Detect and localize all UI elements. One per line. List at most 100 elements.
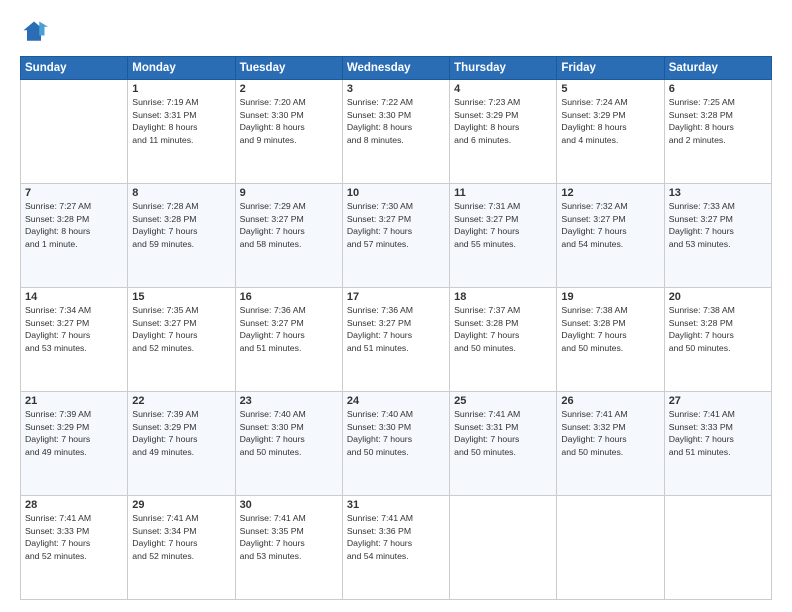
weekday-header: Tuesday (235, 57, 342, 80)
day-number: 17 (347, 291, 445, 303)
header (20, 18, 772, 46)
calendar-cell: 21Sunrise: 7:39 AMSunset: 3:29 PMDayligh… (21, 392, 128, 496)
cell-info: Sunrise: 7:38 AMSunset: 3:28 PMDaylight:… (561, 304, 659, 354)
cell-info: Sunrise: 7:41 AMSunset: 3:35 PMDaylight:… (240, 512, 338, 562)
cell-info: Sunrise: 7:30 AMSunset: 3:27 PMDaylight:… (347, 200, 445, 250)
calendar-cell: 15Sunrise: 7:35 AMSunset: 3:27 PMDayligh… (128, 288, 235, 392)
calendar-week-row: 7Sunrise: 7:27 AMSunset: 3:28 PMDaylight… (21, 184, 772, 288)
calendar-cell: 11Sunrise: 7:31 AMSunset: 3:27 PMDayligh… (450, 184, 557, 288)
cell-info: Sunrise: 7:33 AMSunset: 3:27 PMDaylight:… (669, 200, 767, 250)
weekday-header-row: SundayMondayTuesdayWednesdayThursdayFrid… (21, 57, 772, 80)
calendar-cell (557, 496, 664, 600)
day-number: 6 (669, 83, 767, 95)
weekday-header: Friday (557, 57, 664, 80)
calendar-cell: 25Sunrise: 7:41 AMSunset: 3:31 PMDayligh… (450, 392, 557, 496)
calendar-cell (664, 496, 771, 600)
cell-info: Sunrise: 7:40 AMSunset: 3:30 PMDaylight:… (347, 408, 445, 458)
calendar-cell: 29Sunrise: 7:41 AMSunset: 3:34 PMDayligh… (128, 496, 235, 600)
calendar-cell: 26Sunrise: 7:41 AMSunset: 3:32 PMDayligh… (557, 392, 664, 496)
cell-info: Sunrise: 7:39 AMSunset: 3:29 PMDaylight:… (25, 408, 123, 458)
page: SundayMondayTuesdayWednesdayThursdayFrid… (0, 0, 792, 612)
day-number: 14 (25, 291, 123, 303)
day-number: 19 (561, 291, 659, 303)
calendar-cell: 24Sunrise: 7:40 AMSunset: 3:30 PMDayligh… (342, 392, 449, 496)
cell-info: Sunrise: 7:36 AMSunset: 3:27 PMDaylight:… (347, 304, 445, 354)
day-number: 12 (561, 187, 659, 199)
cell-info: Sunrise: 7:22 AMSunset: 3:30 PMDaylight:… (347, 96, 445, 146)
day-number: 18 (454, 291, 552, 303)
day-number: 22 (132, 395, 230, 407)
calendar-cell: 22Sunrise: 7:39 AMSunset: 3:29 PMDayligh… (128, 392, 235, 496)
cell-info: Sunrise: 7:36 AMSunset: 3:27 PMDaylight:… (240, 304, 338, 354)
cell-info: Sunrise: 7:20 AMSunset: 3:30 PMDaylight:… (240, 96, 338, 146)
calendar-cell: 10Sunrise: 7:30 AMSunset: 3:27 PMDayligh… (342, 184, 449, 288)
day-number: 10 (347, 187, 445, 199)
calendar-cell: 31Sunrise: 7:41 AMSunset: 3:36 PMDayligh… (342, 496, 449, 600)
calendar-cell: 20Sunrise: 7:38 AMSunset: 3:28 PMDayligh… (664, 288, 771, 392)
logo (20, 18, 52, 46)
day-number: 16 (240, 291, 338, 303)
cell-info: Sunrise: 7:38 AMSunset: 3:28 PMDaylight:… (669, 304, 767, 354)
cell-info: Sunrise: 7:23 AMSunset: 3:29 PMDaylight:… (454, 96, 552, 146)
day-number: 30 (240, 499, 338, 511)
day-number: 13 (669, 187, 767, 199)
day-number: 23 (240, 395, 338, 407)
day-number: 8 (132, 187, 230, 199)
day-number: 29 (132, 499, 230, 511)
cell-info: Sunrise: 7:28 AMSunset: 3:28 PMDaylight:… (132, 200, 230, 250)
calendar-cell: 7Sunrise: 7:27 AMSunset: 3:28 PMDaylight… (21, 184, 128, 288)
calendar-cell: 8Sunrise: 7:28 AMSunset: 3:28 PMDaylight… (128, 184, 235, 288)
day-number: 3 (347, 83, 445, 95)
cell-info: Sunrise: 7:34 AMSunset: 3:27 PMDaylight:… (25, 304, 123, 354)
cell-info: Sunrise: 7:40 AMSunset: 3:30 PMDaylight:… (240, 408, 338, 458)
weekday-header: Wednesday (342, 57, 449, 80)
day-number: 7 (25, 187, 123, 199)
day-number: 20 (669, 291, 767, 303)
calendar-cell: 13Sunrise: 7:33 AMSunset: 3:27 PMDayligh… (664, 184, 771, 288)
cell-info: Sunrise: 7:41 AMSunset: 3:33 PMDaylight:… (669, 408, 767, 458)
weekday-header: Saturday (664, 57, 771, 80)
day-number: 5 (561, 83, 659, 95)
cell-info: Sunrise: 7:35 AMSunset: 3:27 PMDaylight:… (132, 304, 230, 354)
cell-info: Sunrise: 7:41 AMSunset: 3:34 PMDaylight:… (132, 512, 230, 562)
calendar-cell: 27Sunrise: 7:41 AMSunset: 3:33 PMDayligh… (664, 392, 771, 496)
calendar-week-row: 21Sunrise: 7:39 AMSunset: 3:29 PMDayligh… (21, 392, 772, 496)
day-number: 15 (132, 291, 230, 303)
calendar-cell: 16Sunrise: 7:36 AMSunset: 3:27 PMDayligh… (235, 288, 342, 392)
cell-info: Sunrise: 7:41 AMSunset: 3:31 PMDaylight:… (454, 408, 552, 458)
calendar-week-row: 14Sunrise: 7:34 AMSunset: 3:27 PMDayligh… (21, 288, 772, 392)
calendar-cell: 12Sunrise: 7:32 AMSunset: 3:27 PMDayligh… (557, 184, 664, 288)
calendar-cell: 28Sunrise: 7:41 AMSunset: 3:33 PMDayligh… (21, 496, 128, 600)
calendar-cell: 6Sunrise: 7:25 AMSunset: 3:28 PMDaylight… (664, 80, 771, 184)
day-number: 24 (347, 395, 445, 407)
weekday-header: Thursday (450, 57, 557, 80)
cell-info: Sunrise: 7:39 AMSunset: 3:29 PMDaylight:… (132, 408, 230, 458)
day-number: 26 (561, 395, 659, 407)
day-number: 9 (240, 187, 338, 199)
calendar-table: SundayMondayTuesdayWednesdayThursdayFrid… (20, 56, 772, 600)
cell-info: Sunrise: 7:37 AMSunset: 3:28 PMDaylight:… (454, 304, 552, 354)
cell-info: Sunrise: 7:41 AMSunset: 3:36 PMDaylight:… (347, 512, 445, 562)
cell-info: Sunrise: 7:19 AMSunset: 3:31 PMDaylight:… (132, 96, 230, 146)
cell-info: Sunrise: 7:32 AMSunset: 3:27 PMDaylight:… (561, 200, 659, 250)
cell-info: Sunrise: 7:29 AMSunset: 3:27 PMDaylight:… (240, 200, 338, 250)
day-number: 25 (454, 395, 552, 407)
calendar-cell: 5Sunrise: 7:24 AMSunset: 3:29 PMDaylight… (557, 80, 664, 184)
calendar-cell: 14Sunrise: 7:34 AMSunset: 3:27 PMDayligh… (21, 288, 128, 392)
calendar-cell: 2Sunrise: 7:20 AMSunset: 3:30 PMDaylight… (235, 80, 342, 184)
calendar-cell: 4Sunrise: 7:23 AMSunset: 3:29 PMDaylight… (450, 80, 557, 184)
calendar-cell: 18Sunrise: 7:37 AMSunset: 3:28 PMDayligh… (450, 288, 557, 392)
cell-info: Sunrise: 7:31 AMSunset: 3:27 PMDaylight:… (454, 200, 552, 250)
calendar-cell: 1Sunrise: 7:19 AMSunset: 3:31 PMDaylight… (128, 80, 235, 184)
calendar-week-row: 28Sunrise: 7:41 AMSunset: 3:33 PMDayligh… (21, 496, 772, 600)
logo-icon (20, 18, 48, 46)
calendar-week-row: 1Sunrise: 7:19 AMSunset: 3:31 PMDaylight… (21, 80, 772, 184)
day-number: 31 (347, 499, 445, 511)
cell-info: Sunrise: 7:41 AMSunset: 3:32 PMDaylight:… (561, 408, 659, 458)
day-number: 21 (25, 395, 123, 407)
day-number: 27 (669, 395, 767, 407)
calendar-body: 1Sunrise: 7:19 AMSunset: 3:31 PMDaylight… (21, 80, 772, 600)
day-number: 4 (454, 83, 552, 95)
calendar-cell (450, 496, 557, 600)
day-number: 28 (25, 499, 123, 511)
